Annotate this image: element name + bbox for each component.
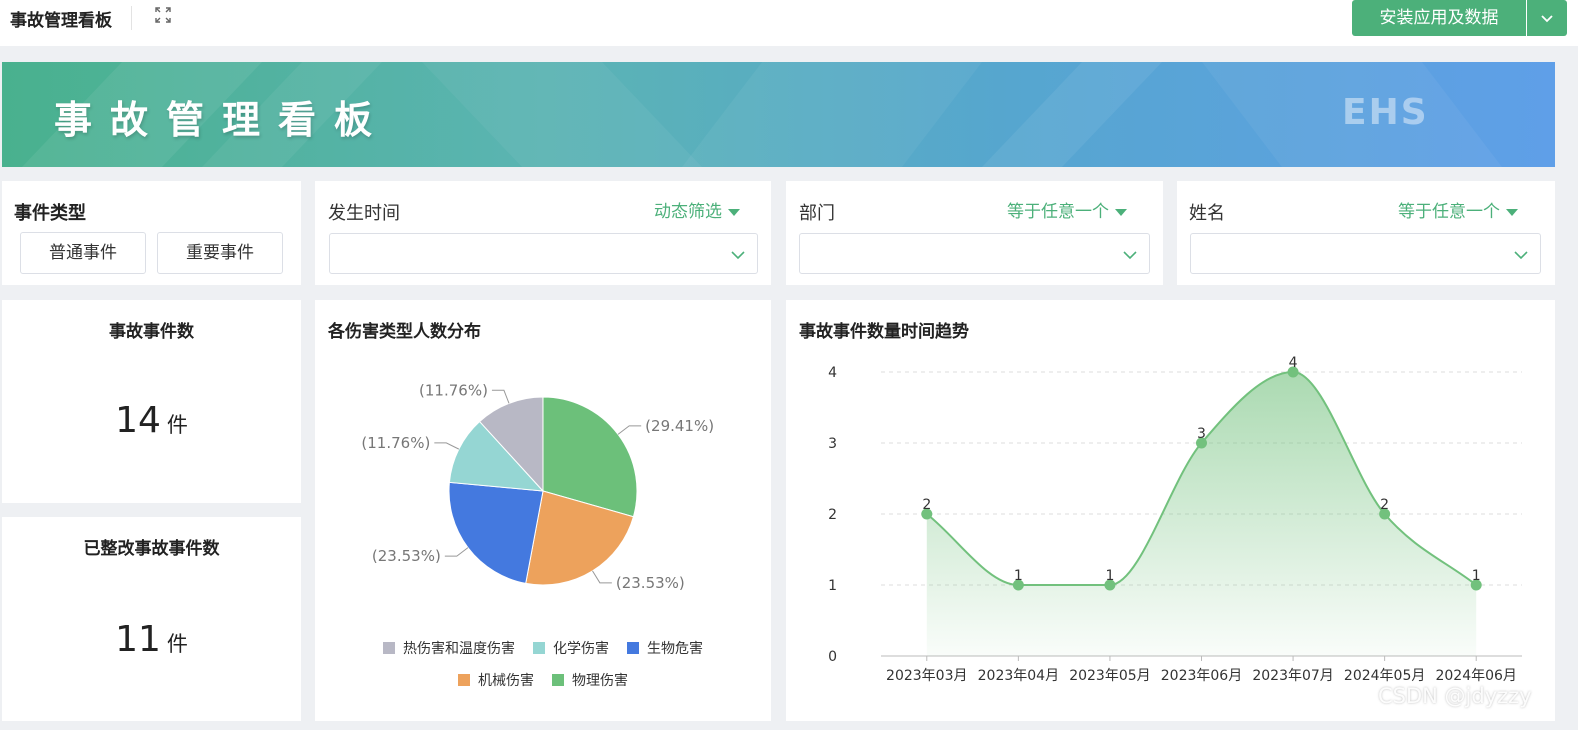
title-divider bbox=[131, 6, 132, 30]
data-label: 1 bbox=[1472, 568, 1481, 584]
pie-leader-line bbox=[444, 547, 469, 557]
kpi-number: 14 bbox=[115, 400, 161, 441]
chevron-down-icon bbox=[731, 251, 745, 260]
kpi-card-rectified: 已整改事故事件数 11 件 bbox=[2, 517, 301, 721]
chevron-down-icon bbox=[1541, 15, 1553, 23]
x-tick-label: 2023年04月 bbox=[978, 668, 1059, 684]
top-bar: 事故管理看板 安装应用及数据 bbox=[0, 0, 1578, 46]
legend-label[interactable]: 热伤害和温度伤害 bbox=[403, 641, 515, 657]
name-filter: 姓名 等于任意一个 bbox=[1177, 181, 1555, 285]
pie-leader-line bbox=[434, 442, 460, 450]
kpi-unit: 件 bbox=[166, 413, 188, 437]
x-tick-label: 2023年05月 bbox=[1069, 668, 1150, 684]
pie-slice-label: (23.53%) bbox=[616, 574, 685, 592]
data-label: 2 bbox=[922, 497, 931, 513]
legend-swatch bbox=[533, 642, 545, 654]
y-tick-label: 3 bbox=[828, 436, 837, 452]
name-select[interactable] bbox=[1190, 233, 1541, 274]
kpi-value: 11 件 bbox=[2, 619, 301, 660]
banner-title: 事故管理看板 bbox=[54, 98, 391, 142]
x-tick-label: 2023年03月 bbox=[886, 668, 967, 684]
fullscreen-icon[interactable] bbox=[154, 6, 172, 24]
department-filter-mode[interactable]: 等于任意一个 bbox=[1007, 197, 1127, 222]
department-filter-label: 部门 bbox=[799, 203, 835, 224]
time-filter-mode[interactable]: 动态筛选 bbox=[654, 197, 740, 222]
kpi-title: 事故事件数 bbox=[109, 322, 194, 342]
ehs-logo: EHS bbox=[1342, 92, 1429, 133]
x-tick-label: 2023年07月 bbox=[1252, 668, 1333, 684]
event-type-filter: 事件类型 普通事件 重要事件 bbox=[2, 181, 301, 285]
name-filter-mode[interactable]: 等于任意一个 bbox=[1398, 197, 1518, 222]
incident-trend-card: 事故事件数量时间趋势 0 1 2 3 4 2023年03月 2023年04月 2023年05月… bbox=[786, 300, 1555, 721]
kpi-card-incidents: 事故事件数 14 件 bbox=[2, 300, 301, 503]
pie-slice[interactable] bbox=[448, 481, 544, 584]
chevron-down-icon bbox=[1514, 251, 1528, 260]
page-title: 事故管理看板 bbox=[10, 11, 112, 31]
time-filter-mode-label: 动态筛选 bbox=[654, 202, 722, 222]
department-select[interactable] bbox=[799, 233, 1150, 274]
time-select[interactable] bbox=[329, 233, 758, 274]
time-filter-label: 发生时间 bbox=[328, 203, 400, 224]
legend-label[interactable]: 化学伤害 bbox=[553, 641, 609, 657]
data-label: 3 bbox=[1197, 426, 1206, 442]
legend-swatch bbox=[458, 674, 470, 686]
kpi-number: 11 bbox=[115, 619, 161, 660]
pie-slice-label: (11.76%) bbox=[419, 381, 488, 399]
pie-slice-label: (23.53%) bbox=[372, 547, 441, 565]
injury-type-pie-card: 各伤害类型人数分布 (29.41%) (23.53%) (23.53%) (11.76… bbox=[315, 300, 771, 721]
legend-label[interactable]: 机械伤害 bbox=[478, 673, 534, 689]
ordinary-event-button[interactable]: 普通事件 bbox=[20, 232, 146, 274]
y-tick-label: 2 bbox=[828, 507, 837, 523]
pie-leader-line bbox=[617, 425, 642, 435]
time-filter: 发生时间 动态筛选 bbox=[315, 181, 771, 285]
x-tick-label: 2024年05月 bbox=[1344, 668, 1425, 684]
important-event-button[interactable]: 重要事件 bbox=[157, 232, 283, 274]
data-label: 1 bbox=[1014, 568, 1023, 584]
kpi-unit: 件 bbox=[166, 632, 188, 656]
pie-leader-line bbox=[491, 389, 510, 404]
data-label: 2 bbox=[1380, 497, 1389, 513]
kpi-value: 14 件 bbox=[2, 400, 301, 441]
legend-swatch bbox=[383, 642, 395, 654]
data-label: 1 bbox=[1105, 568, 1114, 584]
department-filter: 部门 等于任意一个 bbox=[786, 181, 1163, 285]
legend-label[interactable]: 生物危害 bbox=[647, 641, 703, 657]
kpi-title: 已整改事故事件数 bbox=[83, 539, 220, 559]
install-app-button[interactable]: 安装应用及数据 bbox=[1352, 0, 1526, 36]
header-banner: 事故管理看板 EHS bbox=[2, 62, 1555, 167]
department-filter-mode-label: 等于任意一个 bbox=[1007, 202, 1109, 222]
name-filter-label: 姓名 bbox=[1189, 203, 1225, 224]
caret-down-icon bbox=[728, 208, 740, 216]
pie-leader-line bbox=[592, 570, 612, 584]
legend-label[interactable]: 物理伤害 bbox=[572, 673, 628, 689]
y-tick-label: 4 bbox=[828, 365, 837, 381]
legend-swatch bbox=[627, 642, 639, 654]
name-filter-mode-label: 等于任意一个 bbox=[1398, 202, 1500, 222]
pie-chart: (29.41%) (23.53%) (23.53%) (11.76%) (11.76%)… bbox=[361, 381, 714, 689]
pie-slice-label: (11.76%) bbox=[361, 434, 430, 452]
pie-slice-label: (29.41%) bbox=[645, 417, 714, 435]
y-tick-label: 0 bbox=[828, 649, 837, 665]
caret-down-icon bbox=[1115, 208, 1127, 216]
install-dropdown-button[interactable] bbox=[1527, 0, 1567, 36]
y-tick-label: 1 bbox=[828, 578, 837, 594]
legend-swatch bbox=[552, 674, 564, 686]
x-tick-label: 2024年06月 bbox=[1435, 668, 1516, 684]
data-label: 4 bbox=[1289, 355, 1298, 371]
x-tick-label: 2023年06月 bbox=[1161, 668, 1242, 684]
watermark: CSDN @jdyzzy bbox=[1378, 684, 1532, 708]
area-chart: 0 1 2 3 4 2023年03月 2023年04月 2023年05月 2023年06月 202… bbox=[828, 355, 1522, 684]
chevron-down-icon bbox=[1123, 251, 1137, 260]
caret-down-icon bbox=[1506, 208, 1518, 216]
event-type-label: 事件类型 bbox=[14, 203, 86, 224]
